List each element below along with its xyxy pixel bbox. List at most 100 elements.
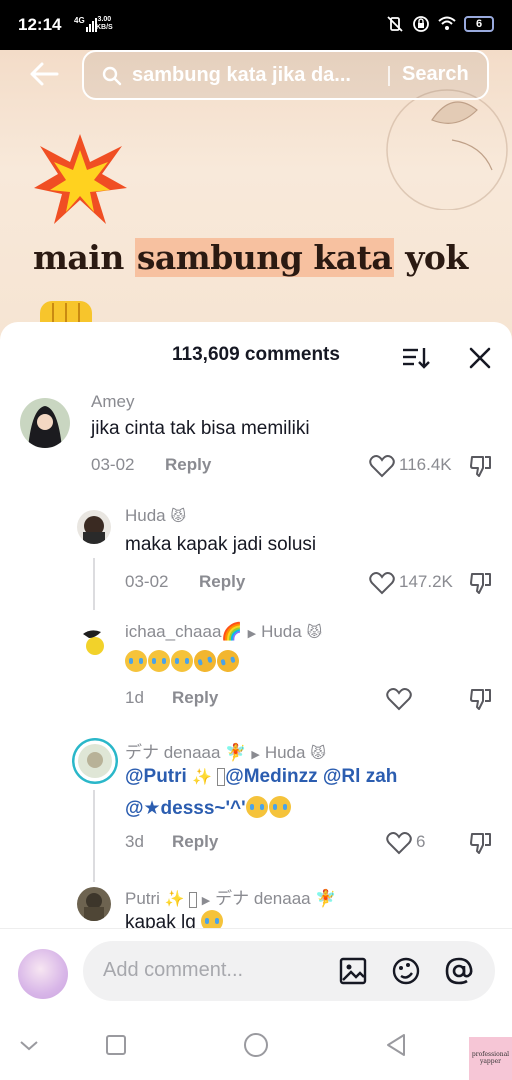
image-icon[interactable] (338, 956, 368, 986)
status-bar: 12:14 4G 3.00 KB/S 6 (0, 0, 512, 50)
comment-author[interactable]: Amey (91, 392, 134, 412)
comments-count: 113,609 comments (172, 344, 340, 365)
comment-date: 1d (125, 688, 144, 707)
recents-icon[interactable] (103, 1032, 129, 1058)
mention-link[interactable]: @Rl zah (323, 766, 397, 787)
sort-icon[interactable] (402, 346, 430, 370)
reply-button[interactable]: Reply (199, 572, 245, 592)
avatar[interactable] (77, 510, 111, 544)
comment-author[interactable]: Huda 😾 (125, 506, 186, 526)
comment-item: Amey jika cinta tak bisa memiliki 03-02 … (0, 386, 512, 496)
comment-author[interactable]: Putri ✨ ▶ デナ denaaa 🧚 (125, 884, 337, 909)
sparkles-icon: ✨ (164, 891, 185, 908)
comment-item: Putri ✨ ▶ デナ denaaa 🧚 kapak lg (0, 878, 512, 928)
alarm-icon (413, 16, 429, 32)
comment-date: 03-02 (125, 572, 169, 591)
comment-author[interactable]: ichaa_chaaa🌈 ▶ Huda 😾 (125, 622, 322, 642)
comment-text: jika cinta tak bisa memiliki (91, 418, 310, 439)
angry-cat-emoji-icon: 😾 (306, 624, 323, 641)
wifi-icon (438, 16, 456, 30)
mention-link[interactable]: @Putri (125, 766, 187, 787)
rofl-face-icon (214, 647, 242, 675)
home-icon[interactable] (243, 1032, 269, 1058)
comment-emojis (125, 647, 242, 675)
heart-icon[interactable] (386, 687, 412, 711)
thread-line (93, 790, 95, 882)
reply-arrow-icon: ▶ (201, 895, 211, 907)
comment-text: @Putri ✨ @Medinzz @Rl zah (125, 766, 397, 788)
network-speed: 3.00 KB/S (96, 16, 113, 31)
video-caption: main sambung kata yok (33, 238, 468, 277)
reply-button[interactable]: Reply (172, 688, 218, 708)
avatar[interactable] (77, 887, 111, 921)
unknown-glyph-icon (189, 892, 197, 908)
rofl-face-icon (191, 647, 219, 675)
heart-icon[interactable] (386, 831, 412, 855)
back-icon[interactable] (383, 1032, 409, 1058)
search-input[interactable]: sambung kata jika da... (132, 64, 394, 87)
thread-line (93, 558, 95, 610)
comment-item: ichaa_chaaa🌈 ▶ Huda 😾 1d Reply (0, 616, 512, 732)
reply-button[interactable]: Reply (172, 832, 218, 852)
angry-cat-emoji-icon: 😾 (310, 745, 326, 762)
angry-cat-emoji-icon: 😾 (170, 508, 187, 525)
crying-face-icon (201, 910, 224, 928)
back-arrow-icon[interactable] (28, 58, 60, 90)
comment-item: デナ denaaa 🧚 ▶ Huda 😾 @Putri ✨ @Medinzz @Rl… (0, 732, 512, 882)
fairy-emoji-icon: 🧚 (315, 889, 337, 908)
mention-link[interactable]: @★desss~'^' (125, 798, 246, 819)
comment-text: maka kapak jadi solusi (125, 534, 317, 555)
comment-item: Huda 😾 maka kapak jadi solusi 03-02 Repl… (0, 500, 512, 610)
comment-input[interactable]: Add comment... (83, 941, 495, 1001)
battery-indicator: 6 (464, 16, 494, 32)
fairy-emoji-icon: 🧚 (225, 743, 247, 762)
heart-icon[interactable] (369, 454, 395, 478)
comment-author[interactable]: デナ denaaa 🧚 ▶ Huda 😾 (125, 738, 326, 763)
crying-face-icon (245, 796, 268, 818)
reply-arrow-icon: ▶ (247, 628, 257, 640)
avatar[interactable] (20, 398, 70, 448)
comment-text: kapak lg (125, 910, 224, 928)
dislike-icon[interactable] (469, 831, 493, 855)
signal-icon (86, 18, 97, 32)
like-count: 6 (416, 832, 426, 851)
rainbow-emoji-icon: 🌈 (221, 622, 243, 641)
search-divider (388, 66, 390, 86)
network-type: 4G (74, 16, 85, 25)
close-icon[interactable] (468, 346, 492, 370)
status-time: 12:14 (18, 15, 62, 34)
system-nav-bar (0, 1012, 512, 1080)
heart-icon[interactable] (369, 571, 395, 595)
comment-text: @★desss~'^' (125, 796, 292, 820)
comment-input-placeholder: Add comment... (103, 959, 244, 981)
unknown-glyph-icon (217, 768, 226, 786)
emoji-icon[interactable] (391, 956, 421, 986)
dislike-icon[interactable] (469, 454, 493, 478)
crying-face-icon (171, 650, 193, 672)
reply-arrow-icon: ▶ (251, 749, 260, 761)
crying-face-icon (268, 796, 291, 818)
like-count: 147.2K (399, 572, 453, 591)
search-icon (102, 66, 122, 86)
crying-face-icon (148, 650, 170, 672)
search-button[interactable]: Search (402, 63, 469, 86)
avatar[interactable] (77, 626, 111, 660)
avatar[interactable] (18, 949, 68, 999)
avatar[interactable] (72, 738, 118, 784)
dislike-icon[interactable] (469, 687, 493, 711)
comment-date: 3d (125, 832, 144, 851)
vibrate-icon (387, 16, 403, 32)
chevron-down-icon[interactable] (16, 1032, 42, 1058)
reply-button[interactable]: Reply (165, 455, 211, 475)
sparkles-icon: ✨ (192, 769, 213, 786)
search-bar[interactable]: sambung kata jika da... Search (82, 50, 489, 100)
caption-highlight: sambung kata (134, 238, 395, 277)
comment-composer: Add comment... (0, 928, 512, 1012)
like-count: 116.4K (399, 455, 452, 474)
dislike-icon[interactable] (469, 571, 493, 595)
collision-emoji-icon (34, 134, 127, 224)
mention-link[interactable]: @Medinzz (225, 766, 317, 787)
mention-icon[interactable] (444, 956, 474, 986)
crying-face-icon (125, 650, 147, 672)
watermark: professional yapper (469, 1037, 512, 1080)
